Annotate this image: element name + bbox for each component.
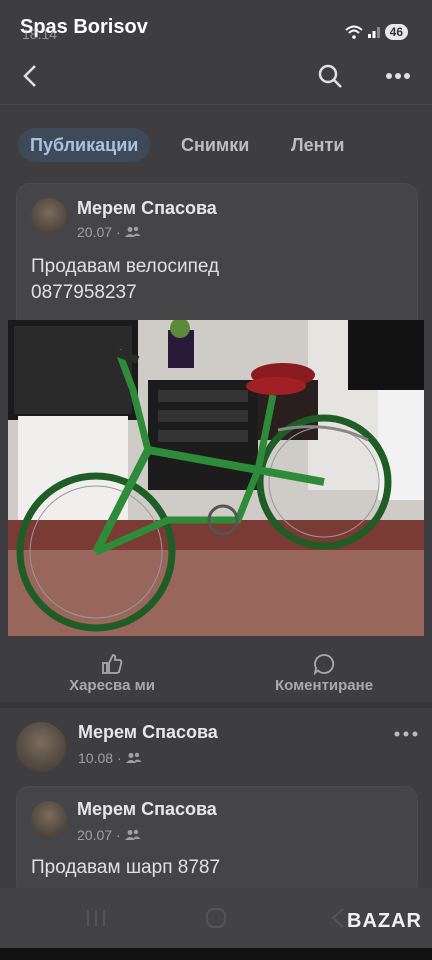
comment-icon xyxy=(313,654,335,675)
tab-posts[interactable]: Публикации xyxy=(18,128,151,162)
comment-label: Коментиране xyxy=(274,677,374,694)
post-2-meta: 10.08 · xyxy=(78,750,142,766)
post-author[interactable]: Мерем Спасова xyxy=(77,198,217,219)
back-icon[interactable] xyxy=(14,60,46,92)
post-2: Мерем Спасова 10.08 · Мерем Спасова 20.0… xyxy=(0,708,432,898)
post-photo-bicycle[interactable] xyxy=(8,320,424,636)
status-icons: 46 xyxy=(344,24,408,40)
top-bar xyxy=(0,50,432,104)
post-date: 20.07 xyxy=(77,224,113,240)
header-divider xyxy=(0,104,432,105)
bottom-edge xyxy=(0,948,432,960)
avatar[interactable] xyxy=(31,198,67,234)
shared-author[interactable]: Мерем Спасова xyxy=(77,799,217,820)
watermark-logo: BAZAR xyxy=(347,910,422,932)
shared-meta: 20.07 · xyxy=(77,827,141,843)
home-icon[interactable] xyxy=(200,902,232,934)
shared-date: 20.07 xyxy=(77,827,113,843)
post-meta: 20.07 · xyxy=(77,224,141,240)
shared-post-card[interactable]: Мерем Спасова 20.07 · Продавам велосипед… xyxy=(16,183,418,324)
shared-post-card-2[interactable]: Мерем Спасова 20.07 · Продавам шарп 8787 xyxy=(16,786,418,898)
like-label: Харесва ми xyxy=(69,677,155,694)
post-2-date: 10.08 xyxy=(78,750,114,766)
tab-reels[interactable]: Ленти xyxy=(291,128,344,162)
friends-audience-icon xyxy=(124,829,141,840)
friends-audience-icon xyxy=(124,226,141,237)
signal-icon xyxy=(367,27,380,38)
screen: Spas Borisov 18:14 46 Публикации Снимки … xyxy=(0,0,432,960)
comment-button[interactable]: Коментиране xyxy=(264,649,384,694)
thumbs-up-icon xyxy=(102,654,123,674)
profile-tabs: Публикации Снимки Ленти xyxy=(0,118,432,168)
status-bar: Spas Borisov 18:14 46 xyxy=(0,0,432,44)
tab-photos[interactable]: Снимки xyxy=(181,128,249,162)
status-time: 18:14 xyxy=(22,26,58,42)
more-options-icon[interactable] xyxy=(382,60,414,92)
like-button[interactable]: Харесва ми xyxy=(52,649,172,694)
avatar[interactable] xyxy=(16,722,66,772)
search-icon[interactable] xyxy=(314,60,346,92)
post-2-author[interactable]: Мерем Спасова xyxy=(78,722,218,743)
post-text-line-2: 0877958237 xyxy=(31,282,137,303)
bicycle-image xyxy=(8,320,424,636)
avatar[interactable] xyxy=(31,801,67,837)
shared-text: Продавам шарп 8787 xyxy=(31,857,221,878)
wifi-icon xyxy=(344,25,363,39)
recent-apps-icon[interactable] xyxy=(80,902,112,934)
post-text-line-1: Продавам велосипед xyxy=(31,256,220,277)
friends-audience-icon xyxy=(125,752,142,763)
battery-indicator: 46 xyxy=(384,24,408,40)
post-2-more-icon[interactable] xyxy=(390,718,422,750)
post-actions: Харесва ми Коментиране xyxy=(0,645,432,700)
